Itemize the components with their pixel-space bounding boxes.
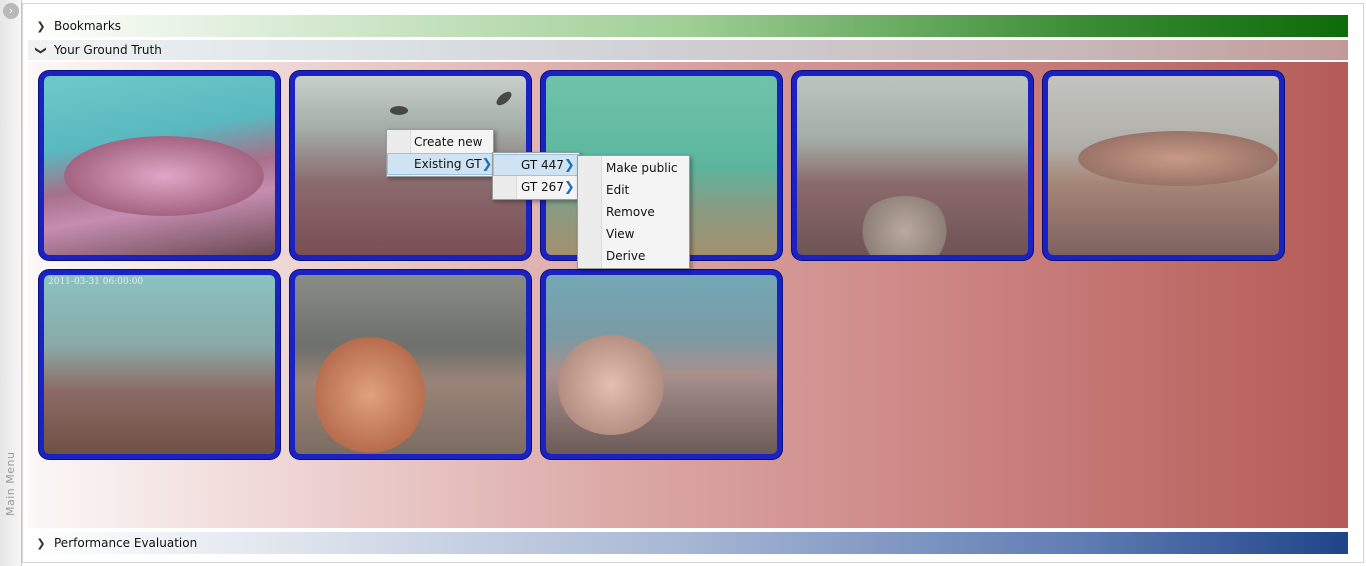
menu-item-label: Existing GT	[414, 157, 482, 171]
menu-item-remove[interactable]: Remove	[578, 201, 689, 223]
main-menu-sidebar[interactable]: › Main Menu	[0, 0, 22, 566]
main-menu-label: Main Menu	[4, 451, 17, 516]
section-title-performance: Performance Evaluation	[54, 536, 198, 550]
chevron-right-icon: ❯	[36, 19, 46, 33]
menu-item-label: Derive	[606, 249, 646, 263]
section-title-ground-truth: Your Ground Truth	[54, 43, 162, 57]
submenu-gt-actions: Make public Edit Remove View Derive	[577, 155, 690, 269]
video-thumbnail-7[interactable]	[290, 270, 531, 459]
menu-item-label: Remove	[606, 205, 655, 219]
video-thumbnail-5[interactable]	[1043, 71, 1284, 260]
video-thumbnail-4[interactable]	[792, 71, 1033, 260]
menu-item-label: Make public	[606, 161, 678, 175]
section-title-bookmarks: Bookmarks	[54, 19, 122, 33]
chevron-right-icon: ❯	[481, 156, 493, 172]
context-menu: Create new Existing GT ❯	[386, 129, 494, 177]
menu-item-edit[interactable]: Edit	[578, 179, 689, 201]
menu-item-create-new[interactable]: Create new	[387, 131, 493, 153]
chevron-right-icon: ❯	[36, 536, 46, 550]
video-thumbnail-8[interactable]	[541, 270, 782, 459]
menu-item-label: GT 447	[521, 158, 564, 172]
submenu-existing-gt: GT 447 ❯ GT 267 ❯	[492, 152, 580, 200]
section-ground-truth-header[interactable]: ❯ Your Ground Truth	[28, 40, 1348, 60]
chevron-down-icon: ❯	[34, 45, 48, 55]
menu-item-label: View	[606, 227, 635, 241]
menu-item-label: Edit	[606, 183, 630, 197]
chevron-right-icon: ❯	[563, 179, 575, 195]
menu-item-label: GT 267	[521, 180, 564, 194]
chevron-right-icon: ❯	[563, 157, 575, 173]
menu-item-gt-447[interactable]: GT 447 ❯	[493, 154, 579, 176]
video-thumbnail-6[interactable]: 2011-03-31 06:00:00	[39, 270, 280, 459]
section-bookmarks-header[interactable]: ❯ Bookmarks	[28, 15, 1348, 37]
video-thumbnail-1[interactable]	[39, 71, 280, 260]
menu-item-view[interactable]: View	[578, 223, 689, 245]
menu-item-gt-267[interactable]: GT 267 ❯	[493, 176, 579, 198]
menu-item-make-public[interactable]: Make public	[578, 157, 689, 179]
menu-item-label: Create new	[414, 135, 483, 149]
menu-item-existing-gt[interactable]: Existing GT ❯	[387, 153, 493, 175]
chevron-right-icon[interactable]: ›	[3, 3, 19, 19]
fish	[390, 106, 408, 115]
menu-item-derive[interactable]: Derive	[578, 245, 689, 267]
thumbnail-timestamp: 2011-03-31 06:00:00	[48, 277, 144, 287]
section-performance-header[interactable]: ❯ Performance Evaluation	[28, 532, 1348, 554]
